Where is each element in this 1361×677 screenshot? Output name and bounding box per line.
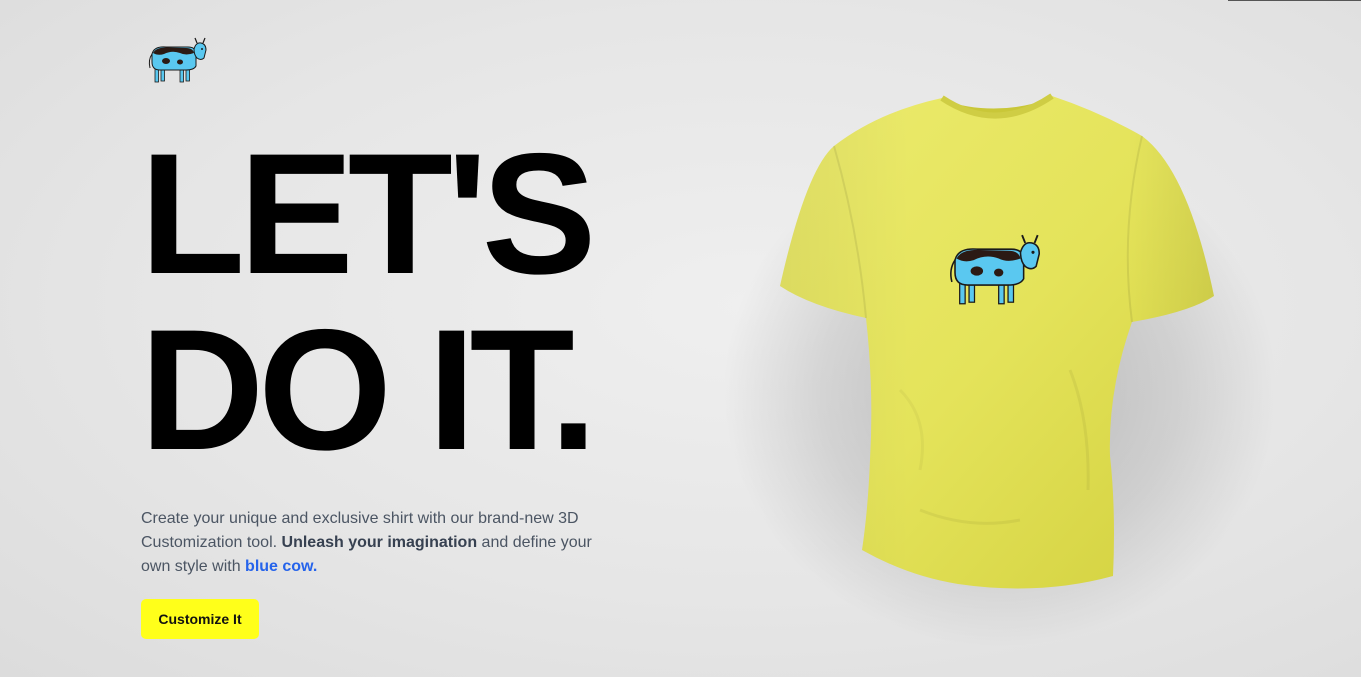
- tshirt-model[interactable]: [770, 90, 1230, 600]
- customize-it-button[interactable]: Customize It: [141, 599, 259, 639]
- hero-headline: LET'S DO IT.: [140, 118, 597, 486]
- headline-line-2: DO IT.: [140, 294, 597, 486]
- shirt-decal-blue-cow-icon: [950, 234, 1041, 305]
- headline-line-1: LET'S: [140, 118, 596, 310]
- customizer-home-page: LET'S DO IT. Create your unique and excl…: [0, 0, 1361, 677]
- description-bold-text: Unleash your imagination: [281, 534, 478, 551]
- hero-description: Create your unique and exclusive shirt w…: [141, 507, 601, 579]
- blue-cow-icon[interactable]: [146, 36, 208, 86]
- top-edge-bar: [1228, 0, 1361, 1]
- brand-name-text: blue cow.: [245, 558, 318, 575]
